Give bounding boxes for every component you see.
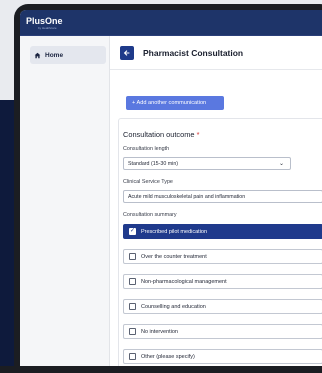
sidebar: Home [20,36,110,370]
option-prescribed-pilot-medication[interactable]: ✓ Prescribed pilot medication [123,224,322,239]
service-type-field[interactable]: Acute mild musculoskeletal pain and infl… [123,190,322,203]
app-logo-subtitle: by Healthcare [38,26,57,30]
section-title-text: Consultation outcome [123,130,195,139]
service-type-value: Acute mild musculoskeletal pain and infl… [128,194,246,200]
checkbox-checked-icon: ✓ [129,228,136,235]
checkbox-icon [129,253,136,260]
page-header: Pharmacist Consultation [110,36,322,70]
option-non-pharmacological[interactable]: Non-pharmacological management [123,274,322,289]
top-bar: PlusOne by Healthcare [20,10,322,36]
sidebar-item-home[interactable]: Home [30,46,106,64]
consultation-length-value: Standard (15-30 min) [128,161,179,167]
option-other[interactable]: Other (please specify) [123,349,322,364]
summary-label: Consultation summary [123,212,177,218]
sidebar-item-label: Home [45,51,64,59]
chevron-down-icon: ⌄ [278,161,284,167]
app-logo: PlusOne [26,16,63,26]
main-content: Pharmacist Consultation + Add another co… [110,36,322,370]
option-over-the-counter[interactable]: Over the counter treatment [123,249,322,264]
add-communication-button[interactable]: + Add another communication [126,96,224,110]
service-type-label: Clinical Service Type [123,179,173,185]
page-title: Pharmacist Consultation [143,48,244,58]
option-label: Other (please specify) [141,353,195,360]
back-button[interactable] [120,46,134,60]
checkbox-icon [129,303,136,310]
consultation-length-select[interactable]: Standard (15-30 min) ⌄ [123,157,291,170]
option-label: Prescribed pilot medication [141,228,208,235]
arrow-left-icon [123,50,130,56]
checkbox-icon [129,328,136,335]
consultation-length-label: Consultation length [123,146,170,152]
home-icon [34,52,41,58]
section-title: Consultation outcome * [123,130,199,139]
option-label: Over the counter treatment [141,253,207,260]
option-label: Counselling and education [141,303,206,310]
option-label: Non-pharmacological management [141,278,227,285]
checkbox-icon [129,353,136,360]
app-screen: PlusOne by Healthcare Home Pharmacist Co… [20,10,322,370]
device-bottom-bezel [0,366,322,373]
option-label: No intervention [141,328,178,335]
option-counselling[interactable]: Counselling and education [123,299,322,314]
checkbox-icon [129,278,136,285]
option-no-intervention[interactable]: No intervention [123,324,322,339]
required-marker: * [196,130,200,139]
